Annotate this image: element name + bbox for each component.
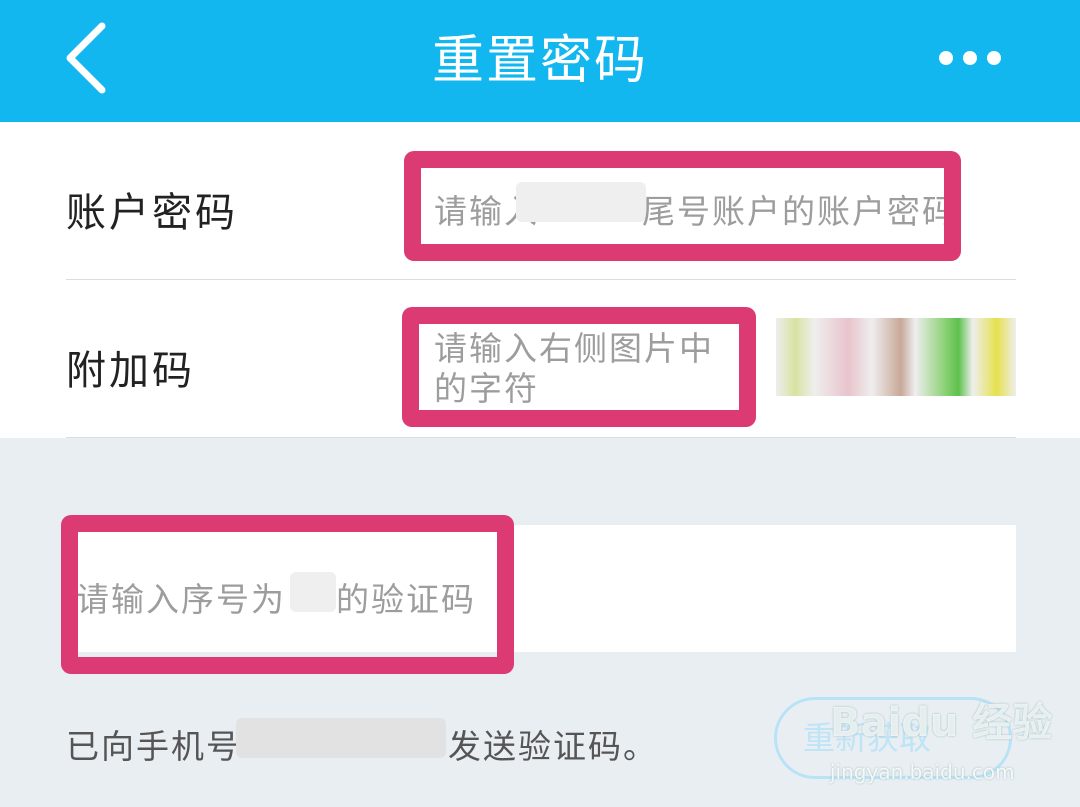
extra-code-input[interactable] bbox=[402, 307, 756, 427]
sms-code-input[interactable] bbox=[61, 515, 514, 674]
masked-phone-number bbox=[236, 718, 446, 758]
page-title: 重置密码 bbox=[431, 31, 648, 91]
extra-code-label: 附加码 bbox=[66, 348, 195, 394]
notice-prefix: 已向手机号 bbox=[66, 727, 241, 766]
more-button[interactable] bbox=[930, 40, 1010, 76]
more-dots-icon bbox=[939, 51, 1001, 65]
captcha-image[interactable] bbox=[776, 318, 1016, 396]
baidu-watermark-url: jingyan.baidu.com bbox=[830, 760, 1015, 784]
divider bbox=[66, 279, 1016, 280]
notice-suffix: 发送验证码。 bbox=[448, 727, 658, 766]
title-bar: 重置密码 bbox=[0, 0, 1080, 122]
sms-sent-notice: 已向手机号 bbox=[66, 720, 241, 768]
account-password-input[interactable] bbox=[404, 151, 961, 261]
divider bbox=[66, 437, 1016, 438]
account-password-label: 账户密码 bbox=[66, 190, 238, 236]
baidu-watermark: Baidu 经验 bbox=[830, 700, 1053, 746]
